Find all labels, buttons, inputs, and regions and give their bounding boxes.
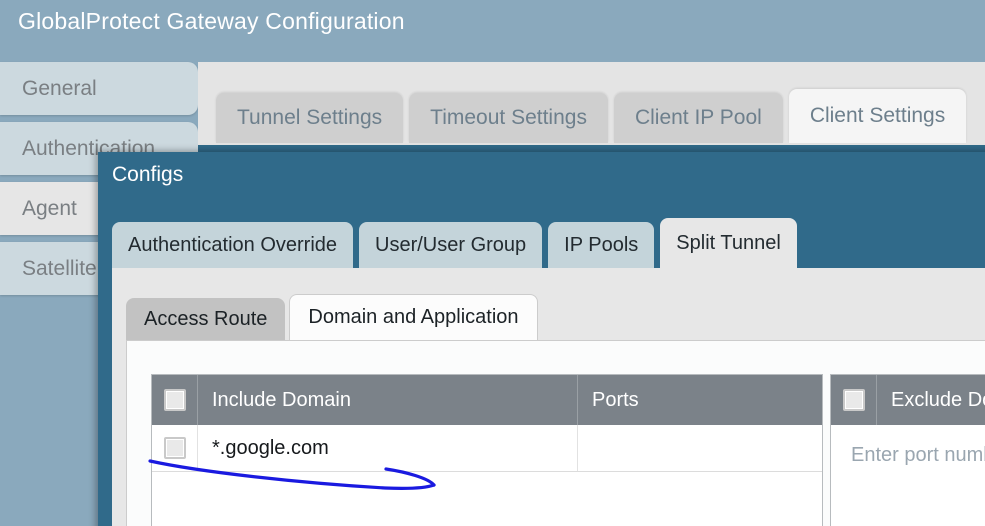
- include-domain-table: Include Domain Ports *.google.com: [151, 374, 823, 526]
- dialog-tab-bar: Authentication Override User/User Group …: [112, 218, 803, 268]
- tab-label: Access Route: [144, 307, 268, 330]
- tab-authentication-override[interactable]: Authentication Override: [112, 222, 354, 268]
- tab-domain-and-application[interactable]: Domain and Application: [289, 294, 538, 340]
- sidebar-item-general[interactable]: General: [0, 62, 198, 115]
- tab-access-route[interactable]: Access Route: [126, 298, 286, 340]
- sidebar-item-label: Satellite: [22, 256, 97, 280]
- tab-label: Client Settings: [809, 104, 946, 127]
- cell-ports: [578, 425, 822, 471]
- tab-user-user-group[interactable]: User/User Group: [359, 222, 543, 268]
- column-header-ports[interactable]: Ports: [578, 375, 822, 425]
- sub-tab-bar: Access Route Domain and Application: [126, 294, 542, 340]
- checkbox-icon[interactable]: [163, 437, 186, 459]
- page-title: GlobalProtect Gateway Configuration: [18, 8, 405, 34]
- tab-label: IP Pools: [564, 233, 639, 256]
- select-all-include-cell[interactable]: [152, 375, 198, 425]
- tab-label: User/User Group: [375, 233, 527, 256]
- tab-label: Client IP Pool: [634, 106, 762, 129]
- checkbox-icon[interactable]: [163, 389, 186, 411]
- row-select-cell[interactable]: [152, 425, 198, 471]
- tab-label: Authentication Override: [128, 233, 338, 256]
- column-header-include-domain[interactable]: Include Domain: [198, 375, 578, 425]
- top-tab-bar: Tunnel Settings Timeout Settings Client …: [216, 89, 972, 143]
- dialog-title: Configs: [112, 163, 184, 186]
- table-header-row: Exclude Domain: [831, 375, 985, 425]
- tab-split-tunnel[interactable]: Split Tunnel: [660, 218, 797, 268]
- tab-label: Domain and Application: [308, 306, 519, 328]
- select-all-exclude-cell[interactable]: [831, 375, 877, 425]
- checkbox-icon[interactable]: [842, 389, 865, 411]
- sidebar-item-label: General: [22, 76, 97, 100]
- tab-client-settings[interactable]: Client Settings: [788, 89, 967, 143]
- sidebar-item-label: Agent: [22, 196, 77, 220]
- tab-label: Split Tunnel: [676, 231, 781, 254]
- tab-label: Tunnel Settings: [237, 106, 383, 129]
- port-number-input[interactable]: Enter port numb: [831, 425, 985, 485]
- tab-ip-pools[interactable]: IP Pools: [548, 222, 655, 268]
- cell-include-domain: *.google.com: [198, 425, 578, 471]
- column-header-exclude-domain[interactable]: Exclude Domain: [877, 375, 985, 425]
- tab-tunnel-settings[interactable]: Tunnel Settings: [216, 93, 404, 143]
- exclude-domain-table: Exclude Domain Enter port numb: [830, 374, 985, 526]
- configs-dialog: Configs Authentication Override User/Use…: [98, 152, 985, 526]
- table-row[interactable]: *.google.com: [152, 425, 822, 472]
- tab-timeout-settings[interactable]: Timeout Settings: [409, 93, 608, 143]
- tab-label: Timeout Settings: [430, 106, 587, 129]
- screenshot-root: GlobalProtect Gateway Configuration Gene…: [0, 0, 985, 526]
- tab-client-ip-pool[interactable]: Client IP Pool: [613, 93, 783, 143]
- dialog-body: Access Route Domain and Application Incl…: [112, 268, 985, 526]
- split-tunnel-panel: Include Domain Ports *.google.com Exclud…: [126, 340, 985, 526]
- table-header-row: Include Domain Ports: [152, 375, 822, 425]
